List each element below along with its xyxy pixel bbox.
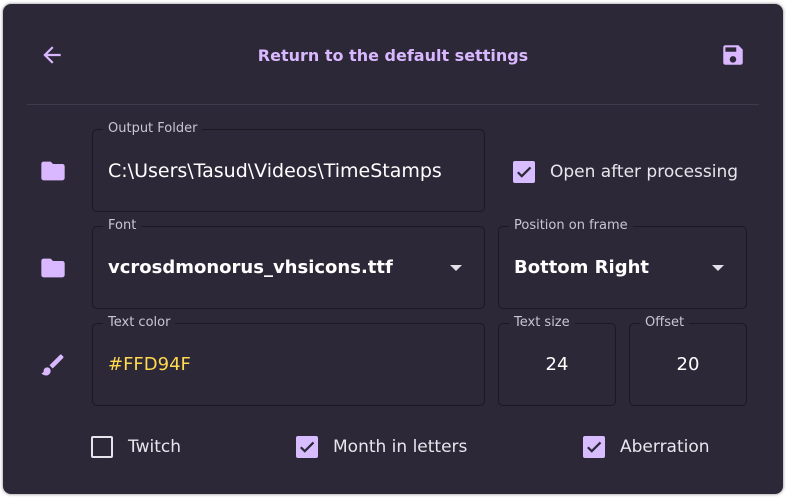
text-size-value: 24 bbox=[545, 354, 569, 375]
pick-color-button[interactable] bbox=[39, 351, 67, 379]
save-button[interactable] bbox=[719, 41, 747, 69]
text-color-value: #FFD94F bbox=[108, 354, 191, 375]
offset-field[interactable]: Offset 20 bbox=[629, 314, 747, 406]
position-select[interactable]: Position on frame Bottom Right bbox=[498, 217, 747, 309]
settings-window: Return to the default settings Output Fo… bbox=[3, 4, 783, 494]
offset-value: 20 bbox=[676, 354, 700, 375]
output-folder-field[interactable]: Output Folder C:\Users\Tasud\Videos\Time… bbox=[92, 120, 485, 212]
reset-defaults-link[interactable]: Return to the default settings bbox=[3, 46, 783, 65]
save-icon bbox=[723, 45, 743, 65]
brush-icon bbox=[41, 354, 64, 376]
text-color-field[interactable]: Text color #FFD94F bbox=[92, 314, 485, 406]
twitch-label[interactable]: Twitch bbox=[128, 436, 181, 458]
chevron-down-icon bbox=[712, 264, 724, 271]
aberration-label[interactable]: Aberration bbox=[620, 436, 710, 458]
header-divider bbox=[27, 104, 759, 105]
open-after-processing-label[interactable]: Open after processing bbox=[550, 161, 738, 183]
folder-icon bbox=[41, 258, 65, 278]
checkmark-icon bbox=[587, 441, 602, 453]
output-folder-value: C:\Users\Tasud\Videos\TimeStamps bbox=[108, 159, 442, 182]
checkmark-icon bbox=[300, 441, 315, 453]
month-in-letters-label[interactable]: Month in letters bbox=[333, 436, 467, 458]
twitch-checkbox[interactable] bbox=[91, 436, 113, 458]
font-select[interactable]: Font vcrosdmonorus_vhsicons.ttf bbox=[92, 217, 485, 309]
position-value: Bottom Right bbox=[514, 257, 650, 278]
checkmark-icon bbox=[517, 166, 532, 178]
browse-font-button[interactable] bbox=[39, 254, 67, 282]
chevron-down-icon bbox=[450, 264, 462, 271]
open-after-processing-checkbox[interactable] bbox=[513, 161, 535, 183]
browse-output-folder-button[interactable] bbox=[39, 157, 67, 185]
text-size-field[interactable]: Text size 24 bbox=[498, 314, 616, 406]
aberration-checkbox[interactable] bbox=[583, 436, 605, 458]
font-value: vcrosdmonorus_vhsicons.ttf bbox=[108, 257, 393, 278]
month-in-letters-checkbox[interactable] bbox=[296, 436, 318, 458]
folder-icon bbox=[41, 161, 65, 181]
